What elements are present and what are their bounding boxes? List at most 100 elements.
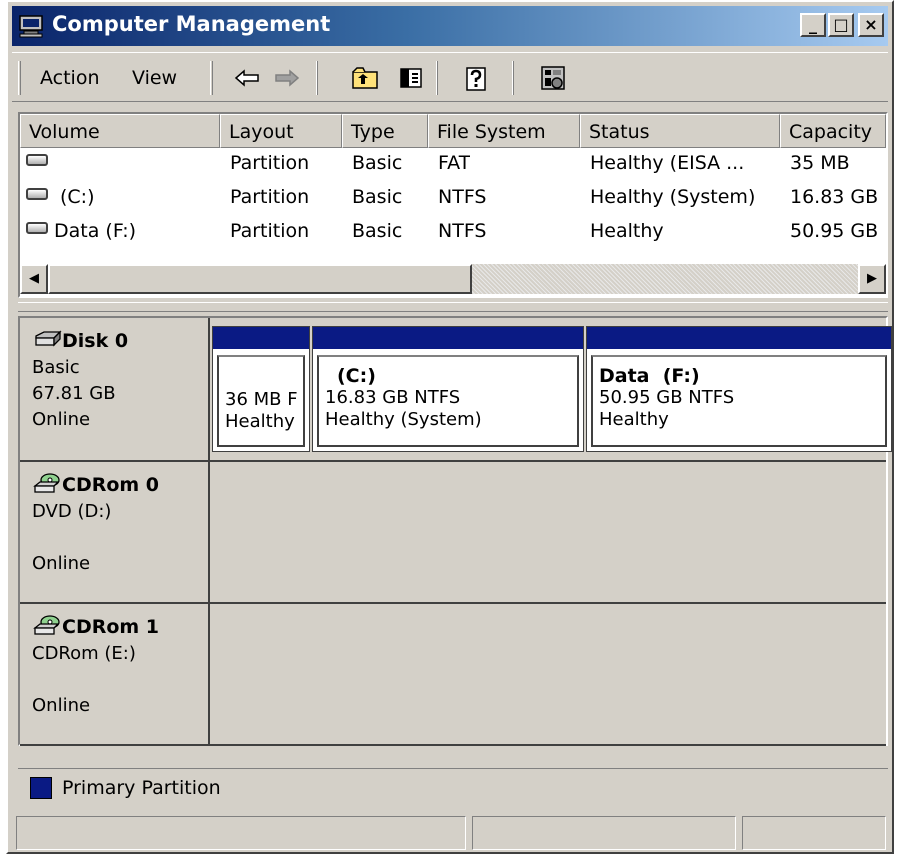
- volume-layout: Partition: [230, 220, 310, 242]
- toolbar-grip[interactable]: [210, 61, 213, 95]
- toolbar-grip[interactable]: [18, 61, 21, 95]
- disk-row: CDRom 0 DVD (D:) Online: [20, 462, 886, 604]
- scroll-right-button[interactable]: ▶: [858, 264, 886, 294]
- volume-list[interactable]: Volume Layout Type File System Status Ca…: [18, 112, 888, 298]
- volume-type: Basic: [352, 186, 403, 208]
- close-icon: ×: [864, 15, 878, 34]
- up-folder-icon: [352, 67, 378, 89]
- volume-name: Data (F:): [54, 220, 137, 242]
- volume-type: Basic: [352, 152, 403, 174]
- computer-management-window: Computer Management _ □ × Action View Vo…: [6, 0, 894, 854]
- partition-status: Healthy (System): [325, 409, 482, 430]
- disk-row: CDRom 1 CDRom (E:) Online: [20, 604, 886, 746]
- pane-splitter[interactable]: [18, 302, 888, 312]
- partition-name: Data (F:): [599, 365, 700, 387]
- disk-size: 67.81 GB: [32, 383, 116, 404]
- partition-block[interactable]: (C:) 16.83 GB NTFS Healthy (System): [312, 326, 584, 452]
- disk-status: Online: [32, 553, 91, 574]
- disk-name: CDRom 1: [62, 616, 160, 638]
- column-header-layout[interactable]: Layout: [220, 114, 342, 148]
- cdrom-icon: [33, 615, 60, 635]
- menu-view[interactable]: View: [132, 67, 177, 89]
- partition-status: Healthy: [225, 411, 295, 432]
- scroll-right-arrow-icon: ▶: [867, 271, 877, 286]
- volume-icon: [26, 188, 48, 200]
- show-hide-console-tree-icon: [400, 68, 422, 88]
- disk-name: CDRom 0: [62, 474, 160, 496]
- volume-layout: Partition: [230, 186, 310, 208]
- volume-capacity: 35 MB: [790, 152, 850, 174]
- title-bar[interactable]: Computer Management _ □ ×: [12, 6, 888, 46]
- column-header-type[interactable]: Type: [342, 114, 428, 148]
- disk-name: Disk 0: [62, 330, 129, 352]
- toolbar-separator: [316, 61, 318, 95]
- primary-partition-bar: [587, 327, 891, 349]
- drive-label: CDRom (E:): [32, 643, 136, 664]
- maximize-button[interactable]: □: [828, 13, 854, 37]
- disk-status: Online: [32, 409, 91, 430]
- partition-size: 16.83 GB NTFS: [325, 387, 461, 408]
- scrollbar-thumb[interactable]: [48, 264, 472, 294]
- scroll-left-button[interactable]: ◀: [20, 264, 48, 294]
- disk-row: Disk 0 Basic 67.81 GB Online 36 MB F Hea…: [20, 318, 892, 462]
- partition-legend: Primary Partition: [18, 768, 888, 808]
- column-header-capacity[interactable]: Capacity: [780, 114, 886, 148]
- volume-file-system: NTFS: [438, 186, 487, 208]
- maximize-icon: □: [833, 15, 849, 34]
- hard-disk-icon: [35, 330, 62, 347]
- volume-status: Healthy (System): [590, 186, 756, 208]
- show-hide-tree-button[interactable]: [396, 63, 426, 93]
- volume-layout: Partition: [230, 152, 310, 174]
- properties-button[interactable]: [538, 63, 568, 93]
- status-panel: [16, 816, 466, 850]
- volume-status: Healthy: [590, 220, 664, 242]
- status-panel: [472, 816, 736, 850]
- properties-icon: [541, 66, 565, 90]
- scroll-left-arrow-icon: ◀: [29, 271, 39, 286]
- partition-block[interactable]: 36 MB F Healthy: [212, 326, 310, 452]
- disk-partitions: 36 MB F Healthy (C:) 16.83 GB NTFS Healt…: [210, 318, 892, 462]
- partition-size: 50.95 GB NTFS: [599, 387, 735, 408]
- horizontal-scrollbar[interactable]: ◀ ▶: [20, 264, 886, 294]
- disk-type: Basic: [32, 357, 80, 378]
- status-panel: [742, 816, 886, 850]
- partition-status: Healthy: [599, 409, 669, 430]
- volume-capacity: 50.95 GB: [790, 220, 879, 242]
- help-button[interactable]: [460, 63, 490, 93]
- volume-file-system: FAT: [438, 152, 471, 174]
- toolbar-separator: [512, 61, 514, 95]
- disk-label[interactable]: CDRom 1 CDRom (E:) Online: [20, 604, 210, 746]
- help-icon: [466, 67, 486, 91]
- volume-status: Healthy (EISA ...: [590, 152, 745, 174]
- disk-empty-area: [210, 604, 886, 746]
- partition-name: (C:): [337, 365, 376, 387]
- disk-graphical-view: Disk 0 Basic 67.81 GB Online 36 MB F Hea…: [18, 316, 892, 746]
- forward-arrow-icon: [275, 69, 300, 87]
- column-header-status[interactable]: Status: [580, 114, 780, 148]
- status-bar: [12, 816, 888, 850]
- legend-label: Primary Partition: [62, 777, 221, 799]
- primary-partition-bar: [213, 327, 309, 349]
- menu-action[interactable]: Action: [40, 67, 100, 89]
- up-one-level-button[interactable]: [350, 63, 380, 93]
- toolbar: Action View: [12, 52, 888, 102]
- volume-icon: [26, 222, 48, 234]
- volume-file-system: NTFS: [438, 220, 487, 242]
- close-button[interactable]: ×: [858, 13, 884, 37]
- column-header-file-system[interactable]: File System: [428, 114, 580, 148]
- window-title: Computer Management: [52, 12, 331, 36]
- forward-button[interactable]: [272, 63, 302, 93]
- disk-label[interactable]: CDRom 0 DVD (D:) Online: [20, 462, 210, 604]
- column-header-volume[interactable]: Volume: [20, 114, 220, 148]
- volume-capacity: 16.83 GB: [790, 186, 879, 208]
- disk-status: Online: [32, 695, 91, 716]
- volume-type: Basic: [352, 220, 403, 242]
- partition-block[interactable]: Data (F:) 50.95 GB NTFS Healthy: [586, 326, 892, 452]
- minimize-button[interactable]: _: [800, 13, 826, 37]
- volume-name: (C:): [60, 186, 95, 208]
- minimize-icon: _: [809, 15, 817, 34]
- back-button[interactable]: [232, 63, 262, 93]
- back-arrow-icon: [234, 69, 259, 87]
- disk-label[interactable]: Disk 0 Basic 67.81 GB Online: [20, 318, 210, 462]
- cdrom-icon: [33, 473, 60, 493]
